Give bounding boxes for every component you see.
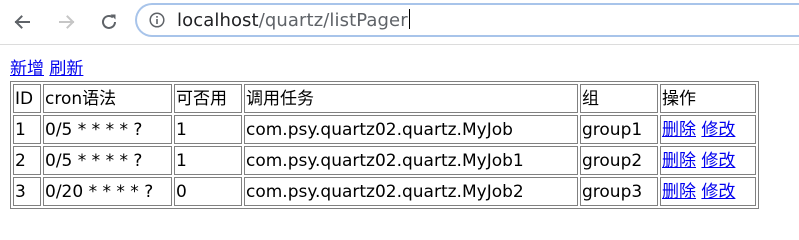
action-links: 新增 刷新: [10, 58, 759, 80]
address-bar[interactable]: localhost/quartz/listPager: [135, 3, 799, 37]
forward-button[interactable]: [53, 8, 81, 36]
edit-link[interactable]: 修改: [701, 182, 735, 202]
cell-group: group1: [580, 115, 658, 144]
refresh-link[interactable]: 刷新: [49, 59, 83, 79]
header-enabled: 可否用: [174, 84, 242, 113]
cell-group: group2: [580, 146, 658, 175]
url-text[interactable]: localhost/quartz/listPager: [177, 9, 410, 32]
edit-link[interactable]: 修改: [701, 120, 735, 140]
cell-cron: 0/20 * * * * ?: [43, 177, 172, 206]
delete-link[interactable]: 删除: [662, 182, 696, 202]
table-row: 1 0/5 * * * * ? 1 com.psy.quartz02.quart…: [13, 115, 756, 144]
cell-cron: 0/5 * * * * ?: [43, 115, 172, 144]
header-task: 调用任务: [244, 84, 578, 113]
back-button[interactable]: [8, 8, 36, 36]
add-link[interactable]: 新增: [10, 59, 44, 79]
cell-id: 1: [13, 115, 41, 144]
cell-task: com.psy.quartz02.quartz.MyJob1: [244, 146, 578, 175]
table-row: 2 0/5 * * * * ? 1 com.psy.quartz02.quart…: [13, 146, 756, 175]
delete-link[interactable]: 删除: [662, 120, 696, 140]
cell-enabled: 1: [174, 115, 242, 144]
reload-icon: [102, 14, 116, 29]
cell-enabled: 1: [174, 146, 242, 175]
table-row: 3 0/20 * * * * ? 0 com.psy.quartz02.quar…: [13, 177, 756, 206]
cell-id: 2: [13, 146, 41, 175]
cell-actions: 删除 修改: [660, 146, 756, 175]
header-cron: cron语法: [43, 84, 172, 113]
arrow-left-icon: [14, 15, 30, 29]
info-circle-icon[interactable]: [149, 12, 165, 28]
arrow-right-icon: [59, 15, 75, 29]
header-actions: 操作: [660, 84, 756, 113]
jobs-table: ID cron语法 可否用 调用任务 组 操作 1 0/5 * * * * ? …: [10, 81, 759, 209]
header-group: 组: [580, 84, 658, 113]
cell-task: com.psy.quartz02.quartz.MyJob: [244, 115, 578, 144]
cell-actions: 删除 修改: [660, 115, 756, 144]
cell-cron: 0/5 * * * * ?: [43, 146, 172, 175]
browser-toolbar: localhost/quartz/listPager: [0, 0, 799, 45]
cell-group: group3: [580, 177, 658, 206]
url-host: localhost: [177, 10, 259, 31]
cell-enabled: 0: [174, 177, 242, 206]
edit-link[interactable]: 修改: [701, 151, 735, 171]
url-path: /quartz/listPager: [258, 10, 408, 31]
table-header-row: ID cron语法 可否用 调用任务 组 操作: [13, 84, 756, 113]
delete-link[interactable]: 删除: [662, 151, 696, 171]
cell-id: 3: [13, 177, 41, 206]
text-caret: [408, 9, 410, 29]
header-id: ID: [13, 84, 41, 113]
page-content: 新增 刷新 ID cron语法 可否用 调用任务 组 操作 1 0/5 * * …: [10, 58, 759, 209]
cell-actions: 删除 修改: [660, 177, 756, 206]
reload-button[interactable]: [95, 8, 123, 36]
cell-task: com.psy.quartz02.quartz.MyJob2: [244, 177, 578, 206]
